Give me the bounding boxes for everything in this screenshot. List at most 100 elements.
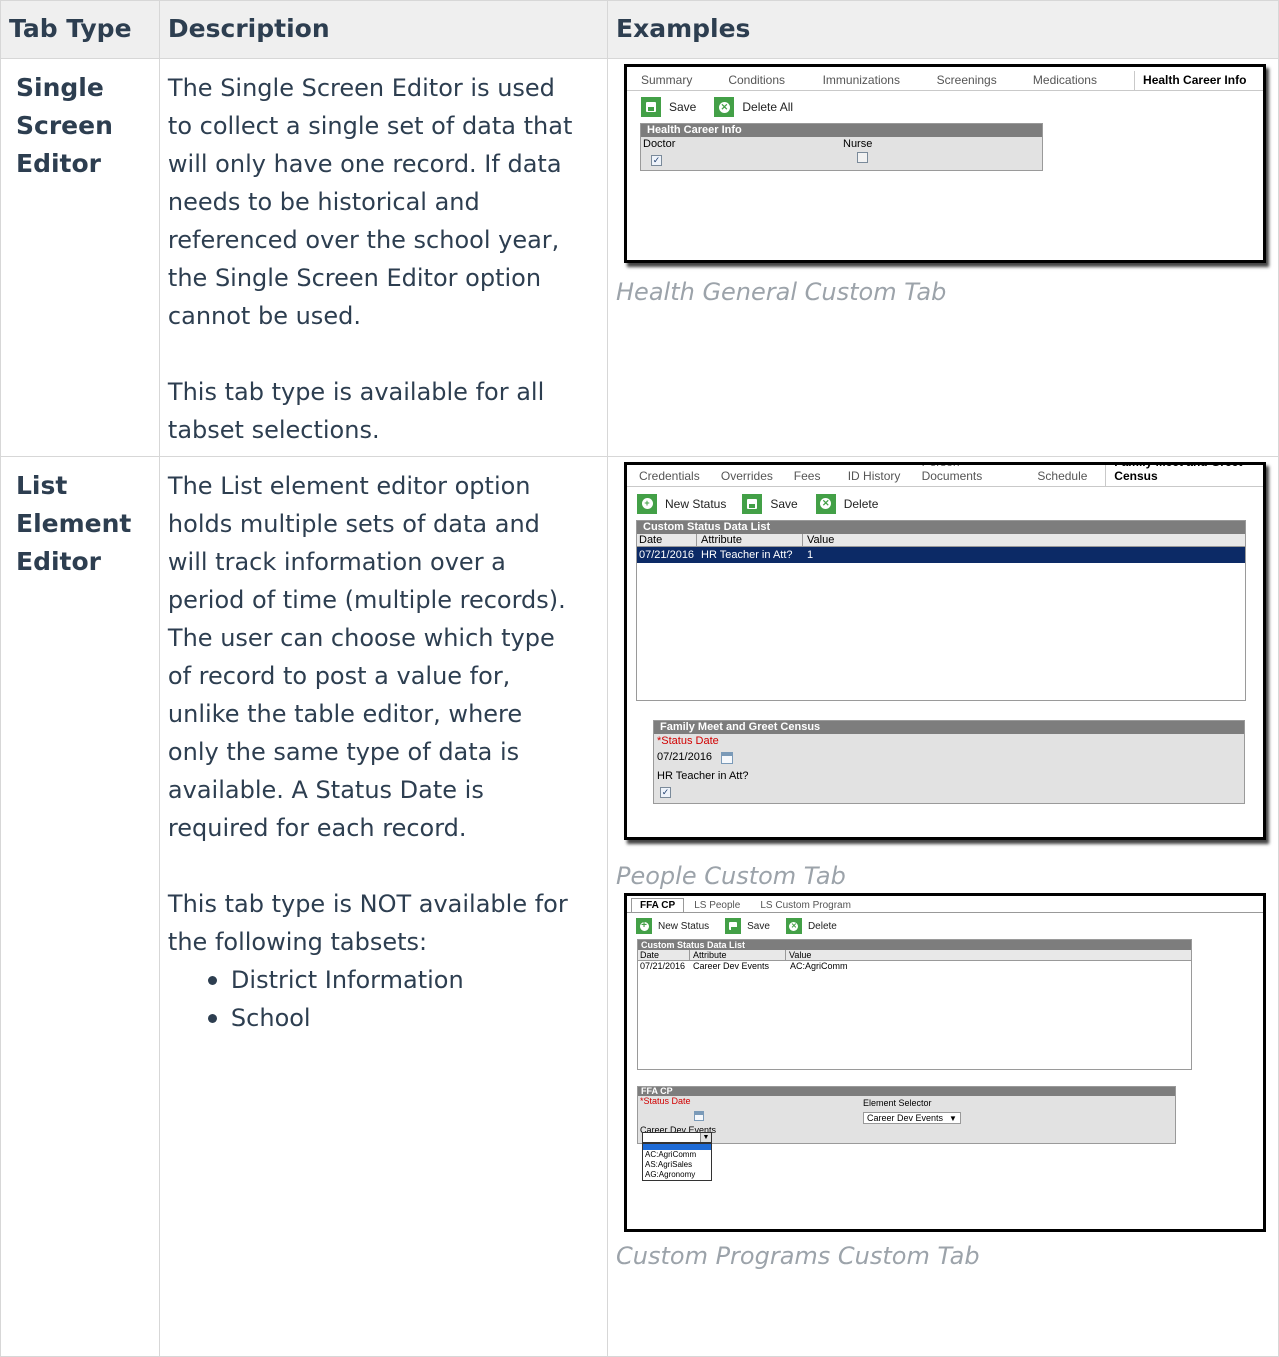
table-row: List Element Editor The List element edi…	[0, 456, 1279, 1357]
text-line: The Single Screen Editor is used	[167, 74, 555, 102]
shot2-tabs: Credentials Overrides Fees ID History Pe…	[627, 465, 1263, 487]
tab-credentials[interactable]: Credentials	[631, 466, 713, 486]
text-line: period of time (multiple records).	[167, 586, 566, 614]
tab-types-table: Tab Type Description Examples Single Scr…	[0, 0, 1279, 1357]
text-line: cannot be used.	[167, 302, 361, 330]
save-button[interactable]: Save	[725, 918, 770, 934]
cell-attribute: HR Teacher in Att?	[701, 549, 793, 561]
status-date-input[interactable]	[640, 1110, 686, 1122]
option-agrisales[interactable]: AS:AgriSales	[643, 1160, 711, 1170]
cell-date: 07/21/2016	[639, 549, 695, 561]
shot3-tabs: FFA CP LS People LS Custom Program	[627, 896, 1263, 913]
column-value: Value	[785, 950, 811, 960]
save-button[interactable]: Save	[742, 493, 798, 514]
column-attribute: Attribute	[689, 950, 785, 960]
tab-conditions[interactable]: Conditions	[720, 70, 814, 90]
text-line: This tab type is NOT available for	[167, 890, 568, 918]
status-date-label: *Status Date	[657, 735, 719, 747]
tab-id-history[interactable]: ID History	[840, 466, 914, 486]
tab-fees[interactable]: Fees	[786, 466, 840, 486]
option-agricomm[interactable]: AC:AgriComm	[643, 1150, 711, 1160]
shot1-tabs: Summary Conditions Immunizations Screeni…	[627, 67, 1263, 91]
delete-icon: ✕	[785, 918, 802, 934]
element-selector-label: Element Selector	[863, 1098, 932, 1108]
header-description: Description	[158, 0, 609, 59]
text-line: will track information over a	[167, 548, 506, 576]
text-line: The user can choose which type	[167, 624, 555, 652]
element-selector-dropdown[interactable]: Career Dev Events ▼	[863, 1112, 961, 1124]
hr-teacher-checkbox[interactable]: ✓	[660, 787, 671, 798]
text-line: unlike the table editor, where	[167, 700, 523, 728]
list-title: Custom Status Data List	[637, 521, 1245, 534]
nurse-label: Nurse	[843, 138, 873, 150]
health-career-panel: Health Career Info Doctor ✓ Nurse	[640, 123, 1043, 171]
career-dev-events-label: Career Dev Events	[640, 1125, 717, 1135]
delete-button[interactable]: ✕ Delete	[815, 493, 878, 514]
career-dev-events-select[interactable]: ▼	[642, 1132, 712, 1143]
chevron-down-icon: ▼	[700, 1133, 711, 1142]
custom-status-data-list: Custom Status Data List Date Attribute V…	[637, 939, 1192, 1070]
tab-ls-people[interactable]: LS People	[684, 899, 750, 912]
table-row[interactable]: 07/21/2016 Career Dev Events AC:AgriComm	[638, 961, 1191, 971]
panel-title: FFA CP	[638, 1087, 1175, 1096]
tab-screenings[interactable]: Screenings	[929, 70, 1025, 90]
list-header-row: Date Attribute Value	[638, 950, 1191, 961]
cell-date: 07/21/2016	[640, 961, 686, 971]
option-agronomy[interactable]: AG:Agronomy	[643, 1170, 711, 1180]
shot3-toolbar: + New Status Save ✕ Delete	[627, 913, 1263, 939]
career-dev-events-options: AC:AgriComm AS:AgriSales AG:Agronomy	[642, 1143, 712, 1181]
custom-status-data-list: Custom Status Data List Date Attribute V…	[636, 520, 1246, 701]
tab-overrides[interactable]: Overrides	[713, 466, 786, 486]
delete-all-button[interactable]: ✕ Delete All	[714, 97, 793, 117]
ffa-cp-panel: FFA CP *Status Date Career Dev Events El…	[637, 1086, 1176, 1144]
hr-teacher-label: HR Teacher in Att?	[657, 770, 749, 782]
delete-icon: ✕	[714, 97, 735, 117]
new-status-button[interactable]: + New Status	[636, 918, 709, 934]
shot2-toolbar: + New Status Save ✕ Delete	[627, 487, 1263, 520]
column-value: Value	[802, 534, 834, 546]
panel-title: Health Career Info	[641, 124, 1042, 137]
save-button[interactable]: Save	[641, 97, 696, 117]
calendar-icon[interactable]	[694, 1110, 705, 1121]
tab-summary[interactable]: Summary	[633, 70, 720, 90]
example-caption: Health General Custom Tab	[616, 278, 947, 306]
text-line: needs to be historical and	[167, 188, 480, 216]
availability-paragraph: This tab type is NOT available for the f…	[168, 885, 599, 961]
tab-person-documents[interactable]: Person Documents	[914, 465, 1030, 486]
doctor-checkbox[interactable]: ✓	[651, 155, 662, 166]
header-examples: Examples	[607, 0, 1279, 59]
example-caption: Custom Programs Custom Tab	[616, 1242, 980, 1270]
tab-immunizations[interactable]: Immunizations	[815, 70, 929, 90]
text-line: available. A Status Date is	[167, 776, 484, 804]
list-item: School	[207, 999, 599, 1037]
type-line: List	[16, 471, 68, 500]
tab-ffa-cp[interactable]: FFA CP	[631, 898, 685, 912]
tab-medications[interactable]: Medications	[1025, 70, 1134, 90]
save-icon	[641, 97, 661, 117]
column-date: Date	[639, 534, 663, 546]
table-row: Single Screen Editor The Single Screen E…	[0, 58, 1279, 457]
description-cell: The Single Screen Editor is used to coll…	[158, 58, 609, 457]
tab-type-cell: List Element Editor	[0, 456, 160, 1357]
status-date-input[interactable]: 07/21/2016	[657, 750, 712, 766]
type-line: Editor	[16, 547, 101, 576]
description-paragraph: The List element editor option holds mul…	[168, 467, 599, 847]
calendar-icon[interactable]	[720, 751, 733, 764]
new-status-button[interactable]: + New Status	[637, 493, 726, 514]
examples-cell: Credentials Overrides Fees ID History Pe…	[607, 456, 1279, 1357]
tab-health-career-info[interactable]: Health Career Info	[1134, 71, 1263, 90]
text-line: This tab type is available for all	[167, 378, 545, 406]
description-cell: The List element editor option holds mul…	[158, 456, 609, 1357]
nurse-checkbox[interactable]	[857, 152, 868, 163]
cell-value: 1	[807, 549, 814, 561]
health-career-screenshot: Summary Conditions Immunizations Screeni…	[624, 64, 1266, 263]
tab-schedule[interactable]: Schedule	[1029, 466, 1105, 486]
family-meet-panel: Family Meet and Greet Census *Status Dat…	[653, 720, 1245, 804]
excluded-tabsets-list: District Information School	[207, 961, 599, 1037]
tab-family-meet-and-greet-census[interactable]: Family Meet and Greet Census	[1105, 465, 1263, 486]
delete-button[interactable]: ✕ Delete	[785, 918, 837, 934]
tab-ls-custom-program[interactable]: LS Custom Program	[750, 899, 861, 912]
cell-value: AC:AgriComm	[790, 961, 848, 971]
table-row[interactable]: 07/21/2016 HR Teacher in Att? 1	[637, 547, 1245, 563]
text-line: referenced over the school year,	[167, 226, 560, 254]
